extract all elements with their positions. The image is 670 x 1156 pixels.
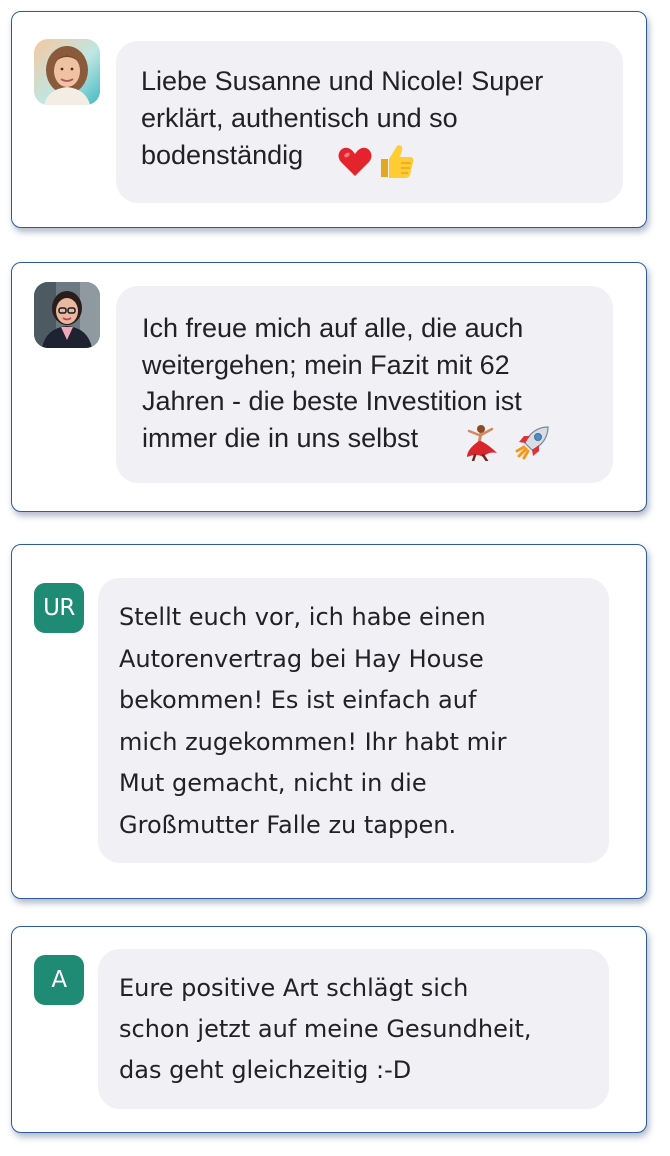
red-heart-icon [337,146,373,178]
user-avatar[interactable] [34,39,100,105]
comment-card: UR Stellt euch vor, ich habe einen Autor… [11,544,647,899]
user-avatar[interactable]: UR [34,583,84,633]
message-bubble: Eure positive Art schlägt sich schon jet… [98,949,609,1109]
avatar-initials: A [51,967,67,993]
rocket-icon [514,423,552,461]
comment-card: Liebe Susanne und Nicole! Super erklärt,… [11,11,647,228]
message-bubble: Liebe Susanne und Nicole! Super erklärt,… [116,41,623,203]
thumbs-up-icon [377,142,415,180]
message-bubble: Stellt euch vor, ich habe einen Autorenv… [98,578,609,863]
message-text: Stellt euch vor, ich habe einen Autorenv… [119,603,507,839]
user-avatar[interactable]: A [34,955,84,1005]
message-bubble: Ich freue mich auf alle, die auch weiter… [116,286,613,483]
comment-card: A Eure positive Art schlägt sich schon j… [11,926,647,1133]
dancer-icon [463,423,499,461]
message-text: Eure positive Art schlägt sich schon jet… [119,974,532,1084]
woman-portrait-dark-hair-glasses-icon [34,282,100,348]
user-avatar[interactable] [34,282,100,348]
woman-portrait-light-hair-icon [34,39,100,105]
comment-card: Ich freue mich auf alle, die auch weiter… [11,262,647,512]
avatar-initials: UR [43,595,75,621]
